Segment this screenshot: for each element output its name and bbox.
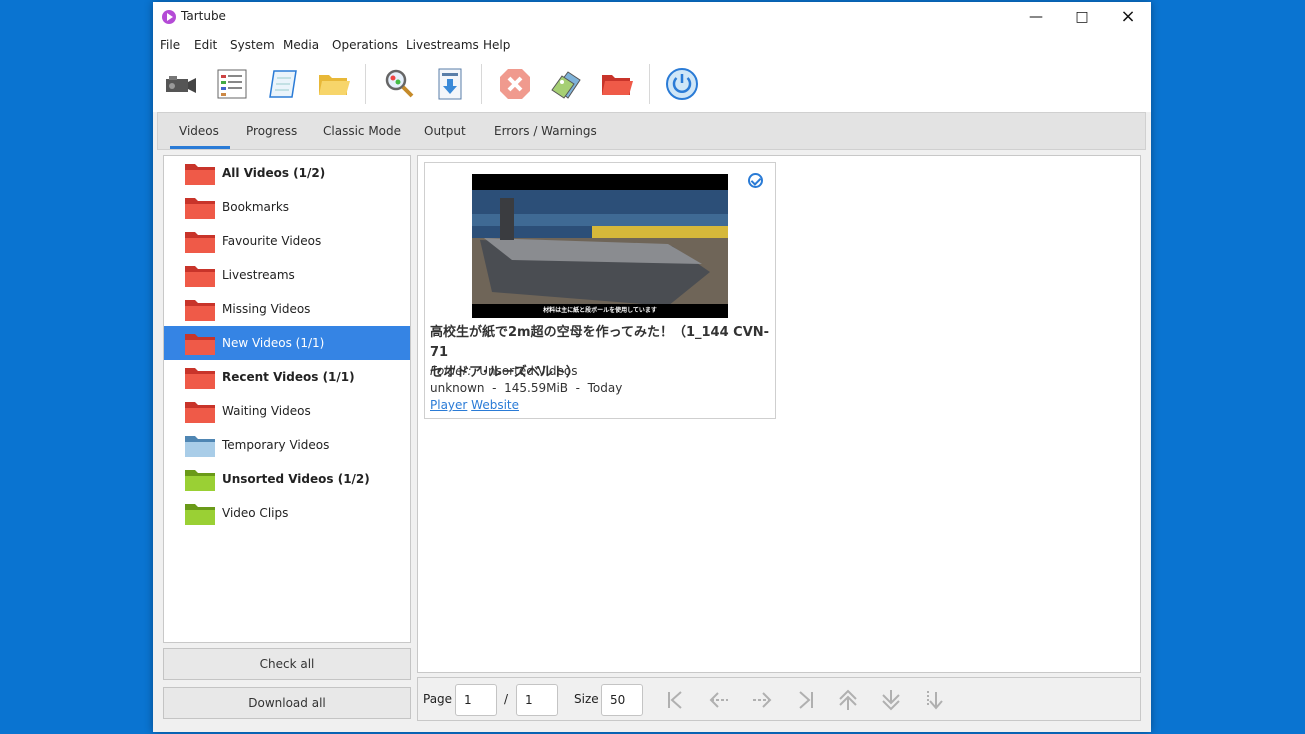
folder-label: Livestreams [222, 268, 295, 282]
video-card[interactable]: 材料は主に紙と段ボールを使用しています 高校生が紙で2m超の空母を作ってみた！（… [424, 162, 776, 419]
pagination-bar: Page 1 / 1 Size 50 [417, 677, 1141, 721]
menu-edit[interactable]: Edit [194, 38, 217, 52]
first-page-icon[interactable] [664, 688, 688, 712]
folder-icon [184, 468, 216, 492]
close-button[interactable]: × [1105, 2, 1151, 32]
video-camera-icon[interactable] [163, 66, 199, 102]
folder-item[interactable]: Unsorted Videos (1/2) [164, 462, 410, 496]
page-input[interactable]: 1 [455, 684, 497, 716]
video-folder-value: Unsorted Videos [479, 364, 578, 378]
folder-item[interactable]: Recent Videos (1/1) [164, 360, 410, 394]
folder-icon [184, 264, 216, 288]
video-title-line1: 高校生が紙で2m超の空母を作ってみた！（1_144 CVN-71 [430, 325, 770, 360]
folder-item[interactable]: Missing Videos [164, 292, 410, 326]
website-link[interactable]: Website [471, 398, 519, 412]
toolbar [153, 58, 1151, 112]
tags-icon[interactable] [548, 66, 584, 102]
video-links: Player Website [430, 398, 519, 412]
player-link[interactable]: Player [430, 398, 467, 412]
folder-list: All Videos (1/2) Bookmarks Favourite Video… [163, 155, 411, 643]
minimize-button[interactable]: — [1013, 2, 1059, 32]
menu-bar: File Edit System Media Operations Livest… [153, 32, 1151, 58]
folder-item[interactable]: Favourite Videos [164, 224, 410, 258]
folder-item[interactable]: Video Clips [164, 496, 410, 530]
active-tab-indicator [170, 146, 230, 149]
thumbnail-caption: 材料は主に紙と段ボールを使用しています [543, 307, 657, 314]
check-all-button[interactable]: Check all [163, 648, 411, 680]
folder-icon [184, 162, 216, 186]
scroll-icon[interactable] [265, 66, 301, 102]
power-icon[interactable] [664, 66, 700, 102]
folder-icon [184, 400, 216, 424]
stop-icon[interactable] [497, 66, 533, 102]
title-bar: Tartube — □ × [153, 2, 1151, 32]
maximize-button[interactable]: □ [1059, 2, 1105, 32]
scroll-bottom-icon[interactable] [922, 688, 946, 712]
menu-help[interactable]: Help [483, 38, 510, 52]
page-total: 1 [516, 684, 558, 716]
folder-item[interactable]: Bookmarks [164, 190, 410, 224]
menu-livestreams[interactable]: Livestreams [406, 38, 479, 52]
tab-progress[interactable]: Progress [246, 124, 297, 138]
video-checked-icon[interactable] [748, 173, 763, 188]
tab-output[interactable]: Output [424, 124, 466, 138]
checklist-icon[interactable] [214, 66, 250, 102]
download-all-button[interactable]: Download all [163, 687, 411, 719]
tartube-app-icon [162, 10, 176, 24]
folder-item[interactable]: Waiting Videos [164, 394, 410, 428]
menu-media[interactable]: Media [283, 38, 319, 52]
folder-icon [184, 366, 216, 390]
folder-label: New Videos (1/1) [222, 336, 325, 350]
folder-item[interactable]: New Videos (1/1) [164, 326, 410, 360]
folder-icon [184, 230, 216, 254]
folder-item[interactable]: Temporary Videos [164, 428, 410, 462]
folder-icon [184, 332, 216, 356]
toolbar-separator [365, 64, 366, 104]
toolbar-separator [649, 64, 650, 104]
folder-label: Temporary Videos [222, 438, 330, 452]
folder-label: Unsorted Videos (1/2) [222, 472, 370, 486]
video-folder-label: Folder: [430, 364, 472, 378]
folder-label: Recent Videos (1/1) [222, 370, 355, 384]
folder-label: All Videos (1/2) [222, 166, 326, 180]
folder-item[interactable]: All Videos (1/2) [164, 156, 410, 190]
tab-bar: Videos Progress Classic Mode Output Erro… [157, 112, 1146, 150]
folder-label: Bookmarks [222, 200, 290, 214]
search-magnifier-icon[interactable] [381, 66, 417, 102]
folder-label: Missing Videos [222, 302, 311, 316]
page-label: Page [423, 692, 453, 706]
tab-classic-mode[interactable]: Classic Mode [323, 124, 401, 138]
folder-label: Waiting Videos [222, 404, 311, 418]
folder-label: Video Clips [222, 506, 289, 520]
previous-page-icon[interactable] [707, 688, 731, 712]
red-folder-icon[interactable] [599, 66, 635, 102]
video-meta: unknown - 145.59MiB - Today [430, 381, 623, 395]
scroll-down-icon[interactable] [879, 688, 903, 712]
tab-videos[interactable]: Videos [179, 124, 219, 138]
menu-system[interactable]: System [230, 38, 275, 52]
last-page-icon[interactable] [793, 688, 817, 712]
download-arrow-icon[interactable] [432, 66, 468, 102]
folder-open-icon[interactable] [316, 66, 352, 102]
next-page-icon[interactable] [750, 688, 774, 712]
folder-icon [184, 434, 216, 458]
folder-item[interactable]: Livestreams [164, 258, 410, 292]
menu-file[interactable]: File [160, 38, 180, 52]
menu-operations[interactable]: Operations [332, 38, 398, 52]
app-window: Tartube — □ × File Edit System Media Ope… [153, 2, 1151, 732]
size-input[interactable]: 50 [601, 684, 643, 716]
size-label: Size [574, 692, 599, 706]
scroll-up-icon[interactable] [836, 688, 860, 712]
tab-errors-warnings[interactable]: Errors / Warnings [494, 124, 597, 138]
video-grid: 材料は主に紙と段ボールを使用しています 高校生が紙で2m超の空母を作ってみた！（… [417, 155, 1141, 673]
folder-label: Favourite Videos [222, 234, 322, 248]
window-title: Tartube [181, 9, 226, 23]
toolbar-separator [481, 64, 482, 104]
folder-icon [184, 298, 216, 322]
video-folder: Folder: Unsorted Videos [430, 364, 578, 378]
folder-icon [184, 196, 216, 220]
page-separator: / [504, 692, 509, 706]
video-thumbnail[interactable]: 材料は主に紙と段ボールを使用しています [472, 174, 728, 318]
folder-icon [184, 502, 216, 526]
